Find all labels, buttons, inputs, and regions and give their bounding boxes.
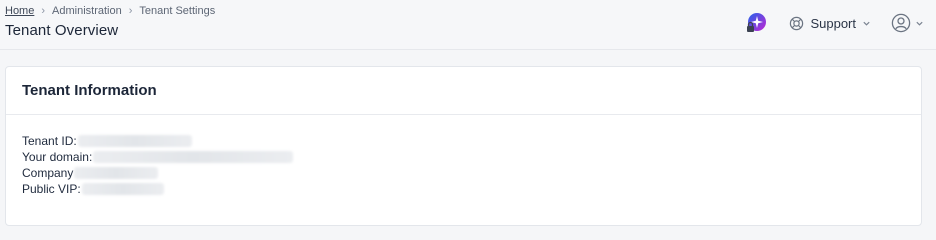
- card-title: Tenant Information: [22, 82, 157, 99]
- ai-assistant-button[interactable]: [745, 12, 767, 34]
- ai-sparkle-lock-icon: [747, 13, 767, 32]
- breadcrumb: Home › Administration › Tenant Settings: [5, 5, 215, 17]
- field-label: Public VIP:: [22, 182, 81, 196]
- public-vip-row: Public VIP:: [22, 181, 921, 197]
- field-label: Company: [22, 166, 74, 180]
- chevron-right-icon: ›: [41, 5, 46, 17]
- tenant-id-row: Tenant ID:: [22, 133, 921, 149]
- card-header: Tenant Information: [6, 67, 921, 115]
- domain-row: Your domain:: [22, 149, 921, 165]
- field-label: Your domain:: [22, 150, 93, 164]
- header-tools: Support: [745, 10, 924, 36]
- breadcrumb-home[interactable]: Home: [5, 5, 34, 17]
- company-row: Company: [22, 165, 921, 181]
- tenant-information-card: Tenant Information Tenant ID: Your domai…: [5, 66, 922, 226]
- page-title: Tenant Overview: [5, 22, 119, 39]
- redacted-value: [77, 135, 192, 147]
- redacted-value: [93, 151, 294, 163]
- redacted-value: [81, 183, 164, 195]
- user-profile-button[interactable]: [891, 13, 924, 33]
- breadcrumb-administration[interactable]: Administration: [52, 5, 122, 17]
- redacted-value: [74, 167, 159, 179]
- chevron-right-icon: ›: [128, 5, 133, 17]
- field-label: Tenant ID:: [22, 134, 77, 148]
- user-circle-icon: [891, 13, 911, 33]
- lifebuoy-icon: [790, 16, 804, 30]
- chevron-down-icon: [916, 21, 923, 26]
- card-body: Tenant ID: Your domain: Company Public V…: [6, 115, 921, 197]
- top-bar: Home › Administration › Tenant Settings …: [0, 0, 936, 50]
- chevron-down-icon: [863, 21, 870, 26]
- support-menu-button[interactable]: Support: [789, 16, 871, 31]
- breadcrumb-tenant-settings: Tenant Settings: [139, 5, 216, 17]
- support-label: Support: [810, 15, 856, 31]
